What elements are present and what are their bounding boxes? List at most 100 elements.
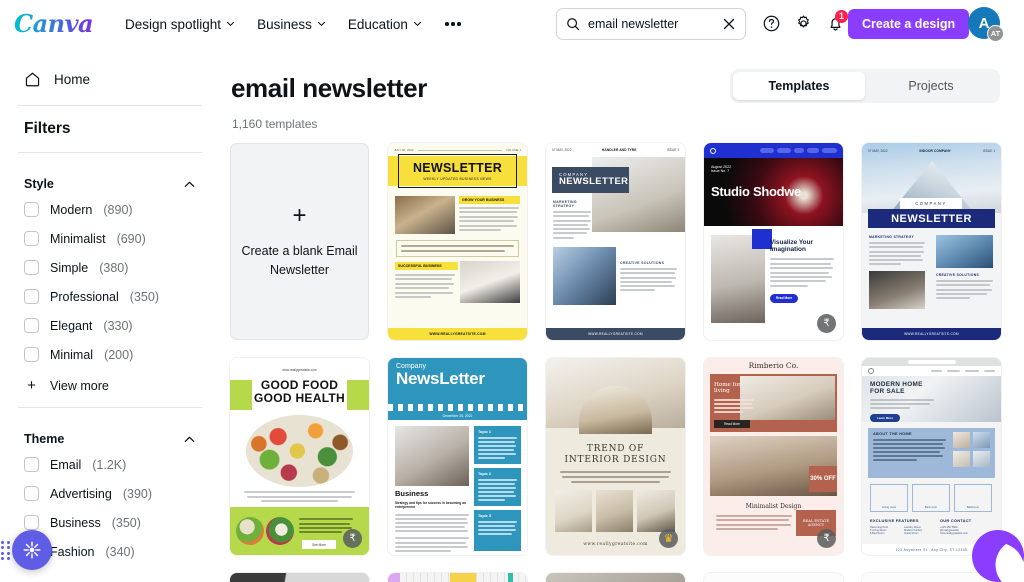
sidebar-divider [18, 152, 202, 153]
offer-amount: 30% OFF [810, 475, 836, 482]
template-thumbnail: August 2022 Issue No. 7 Studio Shodwe Vi… [704, 143, 843, 340]
template-card[interactable]: Rimberio Co. Home for living Read More 3… [704, 358, 843, 555]
template-card[interactable]: Company NewsLetter December 25, 2022 Bus… [388, 358, 527, 555]
template-card[interactable] [704, 573, 843, 582]
checkbox[interactable] [24, 260, 39, 275]
help-button[interactable] [756, 8, 786, 38]
features-title: EXCLUSIVE FEATURES [870, 518, 919, 523]
template-card[interactable]: August 2022 Issue No. 7 Studio Shodwe Vi… [704, 143, 843, 340]
template-card[interactable]: JULY 00, 2022 VOLUME 1 NEWSLETTER WEEKLY… [388, 143, 527, 340]
filter-option-modern[interactable]: Modern (890) [24, 195, 196, 224]
headline: NEWSLETTER [891, 212, 972, 225]
section-title: Minimalist Design [745, 503, 802, 510]
template-card[interactable] [230, 573, 369, 582]
nav-item-education[interactable]: Education [339, 11, 431, 38]
section-subtitle: Strategy and tips for success in becomin… [395, 501, 467, 510]
search-bar[interactable] [556, 8, 746, 40]
clear-search-button[interactable] [717, 12, 741, 36]
filter-option-minimalist[interactable]: Minimalist (690) [24, 224, 196, 253]
template-thumbnail [704, 573, 843, 582]
create-blank-template-card[interactable]: + Create a blank Email Newsletter [230, 143, 369, 340]
cta-label: Read More [724, 422, 740, 426]
template-thumbnail: Rimberio Co. Home for living Read More 3… [704, 358, 843, 555]
template-card[interactable]: 07 MAY, 2022 HANDLER AND TYRE ISSUE 1 CO… [546, 143, 685, 340]
template-card[interactable] [546, 573, 685, 582]
template-thumbnail [388, 573, 527, 582]
template-card[interactable]: www.reallygreatsite.com GOOD FOOD GOOD H… [230, 358, 369, 555]
notifications-button[interactable]: 1 [820, 8, 850, 38]
plus-icon: + [27, 377, 36, 394]
sparkle-icon [23, 541, 41, 559]
settings-button[interactable] [788, 8, 818, 38]
headline: NEWSLETTER [559, 176, 629, 188]
template-grid: + Create a blank Email Newsletter JULY 0… [230, 143, 1020, 582]
filter-count: (890) [103, 202, 133, 217]
meta-issue: Issue No. 7 [711, 169, 730, 173]
checkbox[interactable] [24, 202, 39, 217]
feature-item: 6 Bed Room [870, 532, 885, 535]
brand: Rimberio Co. [748, 361, 799, 370]
canva-logo[interactable]: Canva [14, 10, 100, 38]
nav-item-design-spotlight[interactable]: Design spotlight [116, 11, 244, 38]
template-card[interactable]: 07 MAY, 2022 INDOOR COMPANY ISSUE 1 COMP… [862, 143, 1001, 340]
assistant-drag-handle[interactable] [1, 540, 10, 560]
nav-label: Design spotlight [125, 16, 222, 32]
template-card[interactable] [388, 573, 527, 582]
filter-group-style-header[interactable]: Style [24, 169, 196, 195]
checkbox[interactable] [24, 347, 39, 362]
filter-option-minimal[interactable]: Minimal (200) [24, 340, 196, 369]
filter-count: (330) [103, 318, 133, 333]
filter-label: Minimalist [50, 231, 106, 246]
checkbox[interactable] [24, 457, 39, 472]
nav-item-business[interactable]: Business [248, 11, 335, 38]
checkbox[interactable] [24, 515, 39, 530]
view-more-style-button[interactable]: + View more [24, 369, 196, 397]
filter-option-advertising[interactable]: Advertising (390) [24, 479, 196, 508]
create-a-design-button[interactable]: Create a design [848, 9, 970, 39]
account-avatar[interactable]: A AT [968, 7, 1004, 42]
filter-label: Business [50, 515, 101, 530]
icon-label: Bathroom [966, 505, 980, 509]
contact-title: OUR CONTACT [940, 518, 972, 523]
template-card[interactable]: MODERN HOME FOR SALE Learn More ABOUT TH… [862, 358, 1001, 555]
date: December 25, 2022 [442, 413, 473, 418]
filter-label: Email [50, 457, 82, 472]
filter-group-theme-header[interactable]: Theme [24, 424, 196, 450]
ellipsis-icon[interactable] [439, 10, 467, 38]
tab-projects[interactable]: Projects [865, 72, 997, 100]
template-thumbnail [546, 573, 685, 582]
canva-assistant-button[interactable] [12, 530, 52, 570]
sidebar-item-home[interactable]: Home [16, 64, 204, 95]
search-input[interactable] [588, 17, 717, 31]
section-title: Visualize Your Imagination [770, 239, 813, 254]
subheadline: WEEKLY UPDATED BUSINESS NEWS [423, 177, 492, 181]
checkbox[interactable] [24, 289, 39, 304]
filter-option-simple[interactable]: Simple (380) [24, 253, 196, 282]
section-title: MARKETING STRATEGY [553, 200, 577, 208]
gear-icon [797, 14, 809, 28]
filter-count: (350) [129, 289, 159, 304]
filter-option-business[interactable]: Business (350) [24, 508, 196, 537]
filter-option-professional[interactable]: Professional (350) [24, 282, 196, 311]
meta-issue: ISSUE 1 [666, 148, 679, 152]
notification-badge: 1 [835, 10, 848, 23]
icon-label: Bed room [924, 505, 938, 509]
tab-templates[interactable]: Templates [733, 72, 865, 100]
filter-option-email[interactable]: Email (1.2K) [24, 450, 196, 479]
filter-count: (1.2K) [92, 457, 127, 472]
checkbox[interactable] [24, 231, 39, 246]
template-thumbnail: JULY 00, 2022 VOLUME 1 NEWSLETTER WEEKLY… [388, 143, 527, 340]
main-content: email newsletter 1,160 templates Templat… [220, 48, 1024, 582]
question-circle-icon [763, 15, 779, 31]
top-header: Canva Design spotlight Business Educatio… [0, 0, 1024, 48]
section-title: SUCCESSFUL BUSINESS [398, 264, 442, 268]
footer-url: WWW.REALLYGREATSITE.COM [429, 332, 486, 336]
content-tabs: Templates Projects [730, 69, 1000, 103]
template-card[interactable]: TREND OF INTERIOR DESIGN www.reallygreat… [546, 358, 685, 555]
checkbox[interactable] [24, 486, 39, 501]
sidebar-divider [18, 105, 202, 106]
template-card[interactable] [862, 573, 1001, 582]
filter-label: Fashion [50, 544, 95, 559]
filter-option-elegant[interactable]: Elegant (330) [24, 311, 196, 340]
checkbox[interactable] [24, 318, 39, 333]
